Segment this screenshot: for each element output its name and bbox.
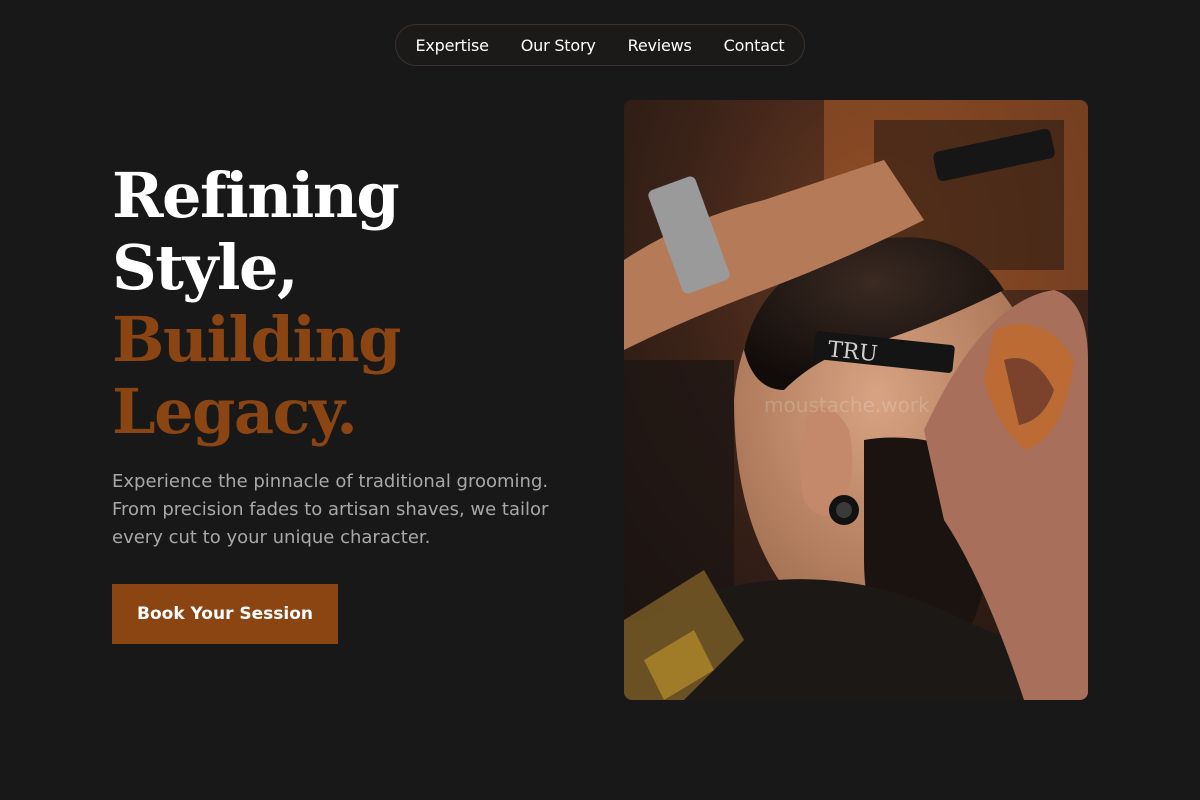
- nav-link-contact[interactable]: Contact: [724, 36, 785, 55]
- hero-title: Refining Style, Building Legacy.: [112, 159, 401, 448]
- main-nav: Expertise Our Story Reviews Contact: [395, 24, 805, 66]
- nav-link-reviews[interactable]: Reviews: [628, 36, 692, 55]
- hero-title-line-4: Legacy.: [112, 375, 358, 448]
- book-session-button[interactable]: Book Your Session: [112, 584, 338, 644]
- hero-image: TRU moustache.work: [624, 100, 1088, 700]
- image-watermark: moustache.work: [764, 393, 930, 417]
- nav-link-expertise[interactable]: Expertise: [415, 36, 488, 55]
- razor-brand-text: TRU: [827, 337, 879, 367]
- hero-title-line-3: Building: [112, 303, 401, 376]
- hero-title-line-2: Style,: [112, 231, 299, 304]
- hero-title-line-1: Refining: [112, 159, 400, 232]
- hero-subtitle: Experience the pinnacle of traditional g…: [112, 471, 549, 548]
- nav-link-our-story[interactable]: Our Story: [521, 36, 596, 55]
